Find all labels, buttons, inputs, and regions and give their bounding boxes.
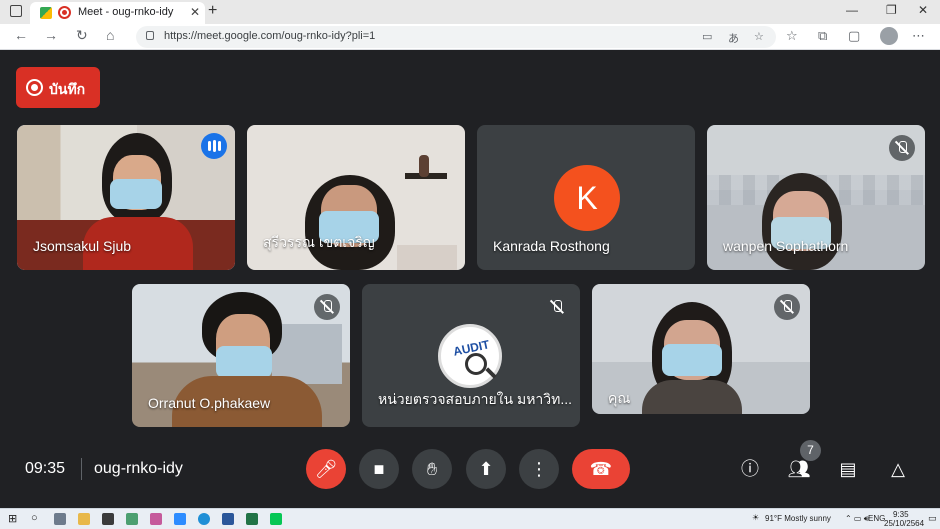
extension-icon[interactable]: ▢: [848, 28, 860, 44]
favorites-icon[interactable]: ☆: [786, 28, 798, 44]
participant-name: Kanrada Rosthong: [493, 238, 610, 254]
chat-icon: ▤: [839, 459, 857, 479]
mic-off-icon: [889, 135, 915, 161]
more-vert-icon: ⋮: [530, 459, 548, 479]
hand-icon: ✋︎: [426, 459, 438, 479]
reload-icon[interactable]: ↻: [76, 27, 88, 44]
url-text[interactable]: https://meet.google.com/oug-rnko-idy?pli…: [164, 30, 375, 42]
windows-taskbar: ⊞ ○ ☀ 91°F Mostly sunny ⌃ ▭ 🔊︎ ENG 9:35 …: [0, 508, 940, 529]
maximize-button[interactable]: ❐: [886, 3, 897, 17]
speaking-indicator-icon: [201, 133, 227, 159]
mic-off-icon: 🎤︎: [314, 459, 338, 479]
tab-close-icon[interactable]: ✕: [190, 5, 200, 19]
notifications-icon[interactable]: ▭: [928, 513, 937, 524]
participant-tile[interactable]: AUDIT หน่วยตรวจสอบภายใน มหาวิท...: [362, 284, 580, 427]
photos-icon[interactable]: [150, 513, 162, 525]
tab-title: Meet - oug-rnko-idy: [78, 6, 174, 18]
zoom-icon[interactable]: [174, 513, 186, 525]
more-options-button[interactable]: ⋮: [519, 449, 559, 489]
weather-icon[interactable]: ☀: [752, 513, 759, 522]
camera-icon: ■: [373, 459, 385, 479]
participant-name: สุรีวรรณ เขตเจริญ: [263, 234, 375, 250]
meeting-controls-bar: 09:35 oug-rnko-idy 🎤︎ ■ ✋︎ ⬆ ⋮ ☎︎ ⓘ 7 👥︎…: [0, 440, 940, 500]
recording-label: บันทึก: [49, 81, 86, 97]
store-icon[interactable]: [102, 513, 114, 525]
profile-avatar[interactable]: [880, 27, 898, 45]
camera-toggle-button[interactable]: ■: [359, 449, 399, 489]
meeting-details-button[interactable]: ⓘ: [737, 456, 763, 482]
present-icon: ⬆: [478, 459, 494, 479]
tab-menu-icon[interactable]: [10, 5, 22, 17]
language-indicator[interactable]: ENG: [868, 514, 885, 523]
app-icon[interactable]: [126, 513, 138, 525]
participant-name: wanpen Sophathorn: [723, 238, 849, 254]
record-icon: [26, 79, 43, 96]
mic-off-icon: [544, 294, 570, 320]
participant-tile[interactable]: Jsomsakul Sjub: [17, 125, 235, 270]
activities-button[interactable]: △: [885, 456, 911, 482]
meeting-time: 09:35: [25, 460, 66, 477]
hang-up-icon: ☎︎: [589, 459, 613, 479]
activities-icon: △: [891, 459, 905, 479]
participant-tile[interactable]: K Kanrada Rosthong: [477, 125, 695, 270]
participant-name: หน่วยตรวจสอบภายใน มหาวิท...: [378, 391, 573, 407]
magnifier-icon: [465, 353, 487, 375]
recording-indicator-icon: [58, 6, 71, 19]
participant-tile[interactable]: wanpen Sophathorn: [707, 125, 925, 270]
camera-indicator-icon[interactable]: ▭: [702, 30, 712, 43]
browser-toolbar: ← → ↻ ⌂ https://meet.google.com/oug-rnko…: [0, 24, 940, 50]
people-button[interactable]: 👥︎: [786, 456, 812, 482]
recording-badge[interactable]: บันทึก: [16, 67, 100, 108]
more-menu-icon[interactable]: ⋯: [912, 28, 925, 44]
task-view-icon[interactable]: [54, 513, 66, 525]
avatar: K: [554, 165, 620, 231]
participant-name: คุณ: [608, 390, 631, 406]
edge-icon[interactable]: [198, 513, 210, 525]
line-icon[interactable]: [270, 513, 282, 525]
add-favorite-icon[interactable]: ☆: [754, 30, 764, 43]
new-tab-button[interactable]: +: [208, 2, 217, 20]
chat-button[interactable]: ▤: [835, 456, 861, 482]
forward-arrow-icon[interactable]: →: [44, 27, 58, 43]
excel-icon[interactable]: [246, 513, 258, 525]
people-icon: 👥︎: [787, 459, 811, 479]
start-icon[interactable]: ⊞: [8, 512, 17, 525]
address-bar[interactable]: https://meet.google.com/oug-rnko-idy?pli…: [136, 26, 776, 48]
magnifier-handle: [485, 367, 497, 379]
present-screen-button[interactable]: ⬆: [466, 449, 506, 489]
tab-meet[interactable]: Meet - oug-rnko-idy ✕: [30, 2, 205, 24]
back-arrow-icon[interactable]: ←: [14, 27, 28, 43]
audit-logo: AUDIT: [438, 324, 502, 388]
weather-text[interactable]: 91°F Mostly sunny: [765, 514, 831, 523]
tray-icons[interactable]: ⌃ ▭ 🔊︎: [845, 514, 869, 524]
participant-name: Orranut O.phakaew: [148, 395, 271, 411]
browser-tab-strip: Meet - oug-rnko-idy ✕ + — ❐ ✕: [0, 0, 940, 24]
info-icon: ⓘ: [741, 459, 759, 479]
participant-tile[interactable]: Orranut O.phakaew: [132, 284, 350, 427]
taskbar-date[interactable]: 25/10/2564: [884, 519, 924, 528]
mic-off-icon: [314, 294, 340, 320]
meet-favicon-icon: [40, 7, 52, 19]
participant-tile[interactable]: คุณ: [592, 284, 810, 414]
mic-off-icon: [774, 294, 800, 320]
home-icon[interactable]: ⌂: [106, 27, 114, 43]
raise-hand-button[interactable]: ✋︎: [412, 449, 452, 489]
close-window-button[interactable]: ✕: [918, 3, 928, 17]
meeting-code: oug-rnko-idy: [94, 460, 183, 477]
minimize-button[interactable]: —: [846, 3, 858, 17]
file-explorer-icon[interactable]: [78, 513, 90, 525]
word-icon[interactable]: [222, 513, 234, 525]
collections-icon[interactable]: ⧉: [818, 28, 827, 44]
participant-name: Jsomsakul Sjub: [33, 238, 132, 254]
mic-toggle-button[interactable]: 🎤︎: [306, 449, 346, 489]
divider: [81, 458, 82, 480]
leave-call-button[interactable]: ☎︎: [572, 449, 630, 489]
translate-icon[interactable]: あ: [728, 30, 739, 46]
search-icon[interactable]: ○: [31, 512, 38, 524]
participant-tile[interactable]: สุรีวรรณ เขตเจริญ: [247, 125, 465, 270]
taskbar-time[interactable]: 9:35: [893, 510, 909, 519]
lock-icon[interactable]: [146, 31, 154, 40]
